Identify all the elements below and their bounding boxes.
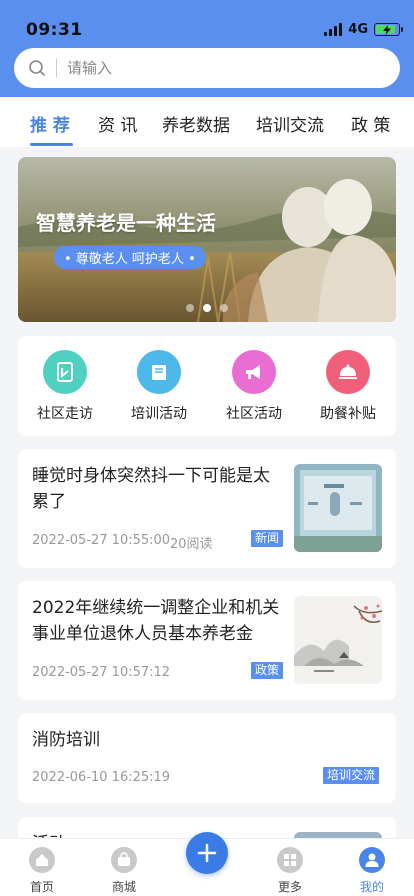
quick-link-label: 社区活动 (226, 406, 282, 422)
header-bar: 09:31 4G (0, 0, 414, 97)
carousel-dot[interactable] (186, 304, 194, 312)
quick-link-community-activity[interactable]: 社区活动 (207, 350, 301, 423)
banner-title: 智慧养老是一种生活 (36, 211, 216, 235)
tabbar-label: 首页 (29, 880, 54, 894)
megaphone-icon (232, 350, 276, 394)
tab-recommend[interactable]: 推 荐 (30, 111, 70, 136)
banner-carousel[interactable]: 智慧养老是一种生活 • 尊敬老人 呵护老人 • (18, 157, 396, 322)
carousel-dot-active[interactable] (203, 304, 211, 312)
tab-news[interactable]: 资 讯 (98, 111, 137, 136)
tab-elderly-data[interactable]: 养老数据 (162, 111, 230, 136)
plus-icon (197, 843, 217, 863)
grid-icon (277, 847, 303, 873)
quick-link-label: 培训活动 (131, 406, 187, 422)
tabbar-home[interactable]: 首页 (12, 847, 72, 895)
category-tabs: 推 荐 资 讯 养老数据 培训交流 政 策 (0, 97, 414, 147)
news-tag: 新闻 (251, 530, 284, 547)
status-time: 09:31 (26, 20, 83, 40)
food-cloche-icon (326, 350, 370, 394)
add-button[interactable] (186, 832, 228, 874)
news-time: 2022-05-27 10:57:12 (32, 665, 171, 680)
network-label: 4G (348, 22, 368, 37)
news-reads: 20阅读 (170, 537, 213, 552)
shop-icon (111, 847, 137, 873)
user-icon (359, 847, 385, 873)
news-time: 2022-06-10 16:25:19 (32, 770, 171, 785)
news-card[interactable]: 2022年继续统一调整企业和机关事业单位退休人员基本养老金 2022-05-27… (18, 581, 396, 700)
tab-training[interactable]: 培训交流 (256, 111, 324, 136)
news-title: 2022年继续统一调整企业和机关事业单位退休人员基本养老金 (32, 598, 280, 644)
tabbar-more[interactable]: 更多 (260, 847, 320, 895)
news-card[interactable]: 睡觉时身体突然抖一下可能是太累了 2022-05-27 10:55:00 20阅… (18, 449, 396, 568)
tabbar-shop[interactable]: 商城 (94, 847, 154, 895)
tabbar-label: 更多 (277, 880, 302, 894)
news-title: 消防培训 (32, 730, 100, 750)
quick-link-label: 助餐补贴 (320, 406, 376, 422)
status-icons: 4G (324, 22, 403, 37)
news-tag: 政策 (251, 662, 284, 679)
quick-link-community-visit[interactable]: 社区走访 (18, 350, 112, 423)
book-icon (137, 350, 181, 394)
news-card[interactable]: 消防培训 2022-06-10 16:25:19 培训交流 (18, 713, 396, 803)
quick-link-meal-subsidy[interactable]: 助餐补贴 (301, 350, 395, 423)
quick-link-training[interactable]: 培训活动 (112, 350, 206, 423)
search-bar[interactable] (14, 48, 400, 88)
signal-icon (324, 23, 343, 36)
home-icon (29, 847, 55, 873)
news-time: 2022-05-27 10:55:00 (32, 533, 171, 548)
tab-policy[interactable]: 政 策 (351, 111, 390, 136)
battery-icon (374, 23, 403, 36)
news-title: 睡觉时身体突然抖一下可能是太累了 (32, 466, 270, 512)
news-thumbnail (294, 596, 382, 684)
tabbar-label: 我的 (359, 880, 384, 894)
news-thumbnail (294, 464, 382, 552)
tabbar-mine[interactable]: 我的 (342, 847, 402, 895)
news-tag: 培训交流 (323, 767, 380, 784)
banner-subtitle: • 尊敬老人 呵护老人 • (54, 246, 206, 269)
search-input[interactable] (67, 59, 367, 77)
quick-link-label: 社区走访 (37, 406, 93, 422)
active-tab-indicator (30, 143, 73, 146)
tabbar-label: 商城 (111, 880, 136, 894)
banner-image (18, 157, 396, 322)
quick-links-panel: 社区走访 培训活动 社区活动 助餐补贴 (18, 336, 396, 436)
search-divider (56, 59, 57, 77)
carousel-dot[interactable] (220, 304, 228, 312)
community-visit-icon (43, 350, 87, 394)
search-icon (29, 60, 45, 76)
